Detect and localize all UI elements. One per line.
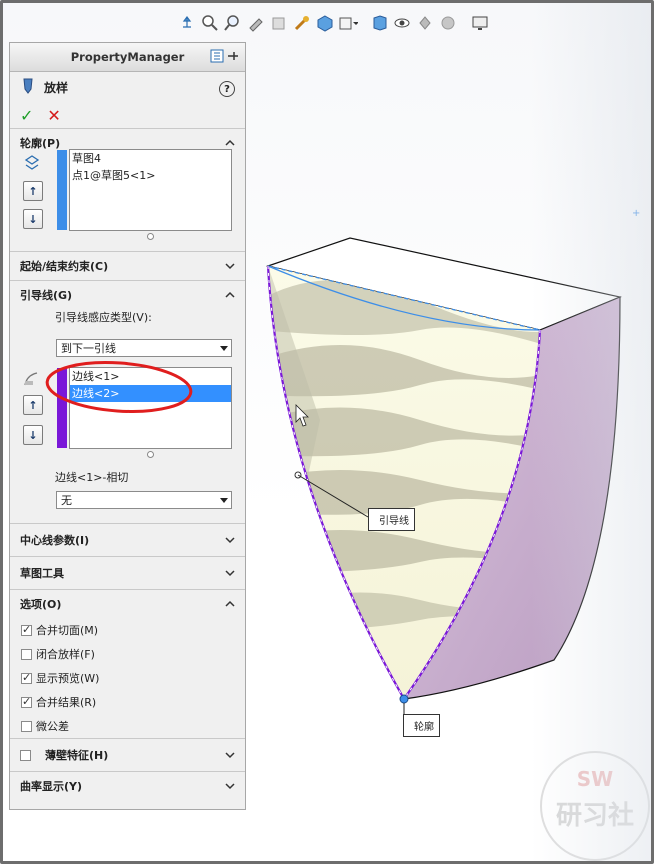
chevron-up-icon [225,291,235,298]
option-close-loft[interactable]: 闭合放样(F) [10,642,245,666]
guides-group: 引导线(G) 引导线感应类型(V): 到下一引线 边线<1> 边线<2> ↑ ↓… [10,280,245,523]
ok-cancel-row: ✓ ✕ [10,102,245,128]
guide-callout-text: 引导线 [379,516,409,527]
pin-icon[interactable] [227,49,239,66]
move-down-button[interactable]: ↓ [23,209,43,229]
annotation-ellipse [45,361,193,413]
centerline-group-header[interactable]: 中心线参数(I) [10,524,245,556]
checkbox[interactable] [20,749,31,761]
options-header-label: 选项(O) [20,598,62,611]
chevron-down-icon [225,752,235,759]
move-up-button[interactable]: ↑ [23,181,43,201]
option-label: 微公差 [36,720,69,733]
thin-header-label: 薄壁特征(H) [45,749,109,762]
profiles-color-bar [57,150,67,230]
pm-header-controls [210,49,239,66]
checkbox[interactable] [21,648,32,660]
svg-text:+: + [632,208,640,219]
checkbox[interactable] [21,623,32,636]
profiles-group: 轮廓(P) 草图4 点1@草图5<1> ↑ ↓ [10,128,245,251]
option-label: 合并切面(M) [36,624,99,637]
sketch-tools-header-label: 草图工具 [20,567,64,580]
option-merge-tangent[interactable]: 合并切面(M) [10,618,245,642]
watermark-sw: SW [576,767,614,791]
property-manager: PropertyManager 放样 ? ✓ ✕ 轮廓(P) 草图4 点1@草图… [9,42,246,810]
watermark-text: 研习社 [555,801,634,831]
list-item[interactable]: 点1@草图5<1> [70,167,231,184]
start-end-group: 起始/结束约束(C) [10,251,245,280]
dropdown-arrow-icon [220,346,228,351]
move-down-button[interactable]: ↓ [23,425,43,445]
chevron-down-icon [225,263,235,270]
thin-feature-group-header[interactable]: 薄壁特征(H) [10,739,245,771]
ok-button[interactable]: ✓ [20,106,33,125]
chevron-up-icon [225,600,235,607]
option-micro-tolerance[interactable]: 微公差 [10,714,245,738]
chevron-down-icon [225,783,235,790]
start-end-header-label: 起始/结束约束(C) [20,260,109,273]
profile-icon [24,154,40,175]
chevron-down-icon [225,570,235,577]
feature-title: 放样 [10,72,245,102]
curvature-group: 曲率显示(Y) [10,771,245,802]
tangency-value: 无 [61,494,72,507]
options-group: 选项(O) 合并切面(M) 闭合放样(F) 显示预览(W) 合并结果(R) 微公… [10,589,245,738]
curvature-group-header[interactable]: 曲率显示(Y) [10,772,245,800]
centerline-group: 中心线参数(I) [10,523,245,556]
profile-callout: 轮廓 [403,714,440,737]
guides-group-header[interactable]: 引导线(G) [10,281,245,309]
profile-point [399,694,409,704]
resize-handle[interactable] [147,451,154,458]
profile-callout-text: 轮廓 [414,722,434,733]
option-label: 显示预览(W) [36,672,100,685]
pm-title: PropertyManager [70,50,185,64]
feature-name: 放样 [44,80,69,95]
checkbox[interactable] [21,671,32,684]
option-label: 合并结果(R) [36,696,97,709]
resize-handle[interactable] [147,233,154,240]
tangency-label: 边线<1>-相切 [55,471,129,484]
guides-header-label: 引导线(G) [20,289,73,302]
profiles-header-label: 轮廓(P) [20,137,61,150]
influence-label: 引导线感应类型(V): [55,311,152,324]
move-up-button[interactable]: ↑ [23,395,43,415]
options-group-header[interactable]: 选项(O) [10,590,245,618]
option-merge-result[interactable]: 合并结果(R) [10,690,245,714]
checkbox[interactable] [21,720,32,732]
thin-feature-group: 薄壁特征(H) [10,738,245,771]
pm-header: PropertyManager [10,43,245,72]
pm-layout-icon[interactable] [210,49,224,66]
chevron-down-icon [225,537,235,544]
curvature-header-label: 曲率显示(Y) [20,780,83,793]
help-icon[interactable]: ? [219,81,235,97]
centerline-header-label: 中心线参数(I) [20,534,90,547]
guide-callout: 引导线 [368,508,415,531]
guide-curve-icon [23,371,41,390]
dropdown-arrow-icon [220,498,228,503]
sketch-tools-group-header[interactable]: 草图工具 [10,557,245,589]
chevron-up-icon [225,139,235,146]
list-item[interactable]: 草图4 [70,150,231,167]
start-end-group-header[interactable]: 起始/结束约束(C) [10,252,245,280]
option-label: 闭合放样(F) [36,648,95,661]
thin-feature-title: 薄壁特征(H) [20,747,108,763]
loft-icon [20,77,36,98]
cancel-button[interactable]: ✕ [47,106,60,125]
influence-value: 到下一引线 [61,342,116,355]
watermark-logo: SW 研习社 [540,751,650,861]
profiles-list[interactable]: 草图4 点1@草图5<1> [57,149,232,231]
checkbox[interactable] [21,695,32,708]
tangency-select[interactable]: 无 [56,491,232,509]
sketch-tools-group: 草图工具 [10,556,245,589]
option-show-preview[interactable]: 显示预览(W) [10,666,245,690]
influence-select[interactable]: 到下一引线 [56,339,232,357]
